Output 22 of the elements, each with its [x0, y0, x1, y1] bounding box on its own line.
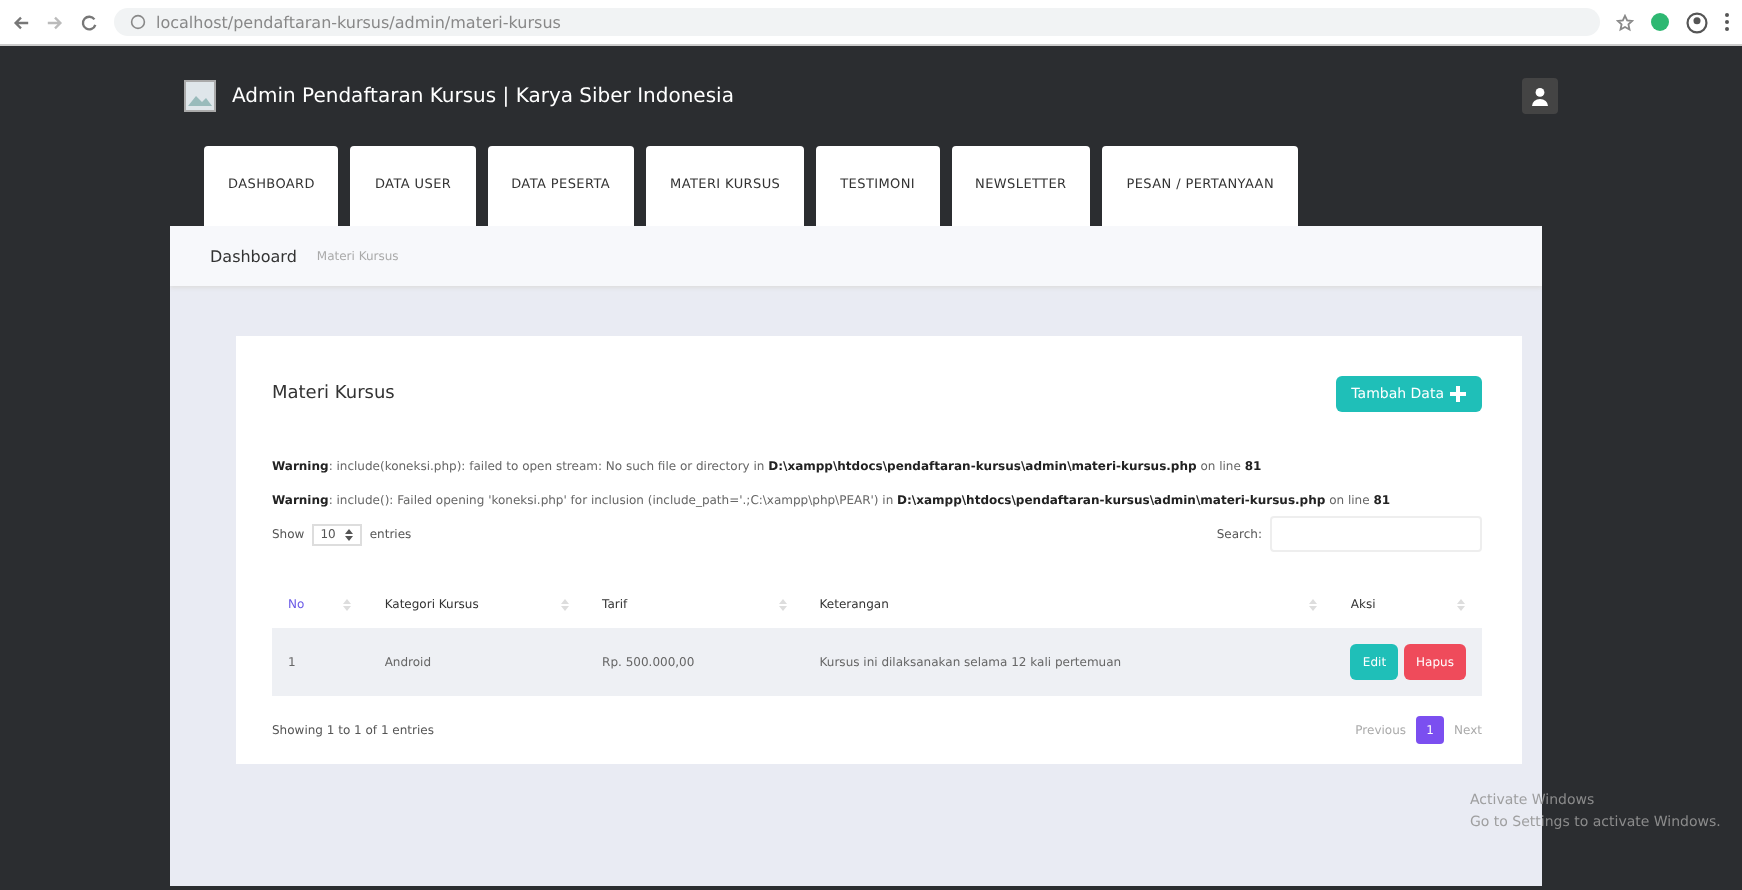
- sort-icon[interactable]: [1308, 597, 1319, 611]
- reload-icon[interactable]: [80, 13, 98, 31]
- menu-icon[interactable]: [1724, 12, 1730, 32]
- card-title: Materi Kursus: [272, 384, 395, 404]
- back-icon[interactable]: [12, 13, 30, 31]
- logo-icon: [184, 80, 216, 112]
- dropdown-icon: [343, 527, 354, 541]
- star-icon[interactable]: [1616, 13, 1634, 31]
- sort-icon[interactable]: [560, 597, 571, 611]
- info-icon: [130, 14, 146, 30]
- url-text: localhost/pendaftaran-kursus/admin/materi-kursus: [156, 13, 561, 31]
- forward-icon[interactable]: [46, 13, 64, 31]
- profile-icon[interactable]: [1686, 11, 1708, 33]
- app-title: Admin Pendaftaran Kursus | Karya Siber Indonesia: [232, 85, 736, 107]
- page-heading: Dashboard: [210, 247, 297, 265]
- sort-icon[interactable]: [342, 597, 353, 611]
- sort-icon[interactable]: [1456, 597, 1466, 611]
- user-button[interactable]: [1522, 78, 1558, 114]
- plus-icon: [1450, 386, 1466, 402]
- user-icon: [1530, 86, 1550, 106]
- extension-icon[interactable]: [1650, 12, 1670, 32]
- sort-icon[interactable]: [777, 597, 788, 611]
